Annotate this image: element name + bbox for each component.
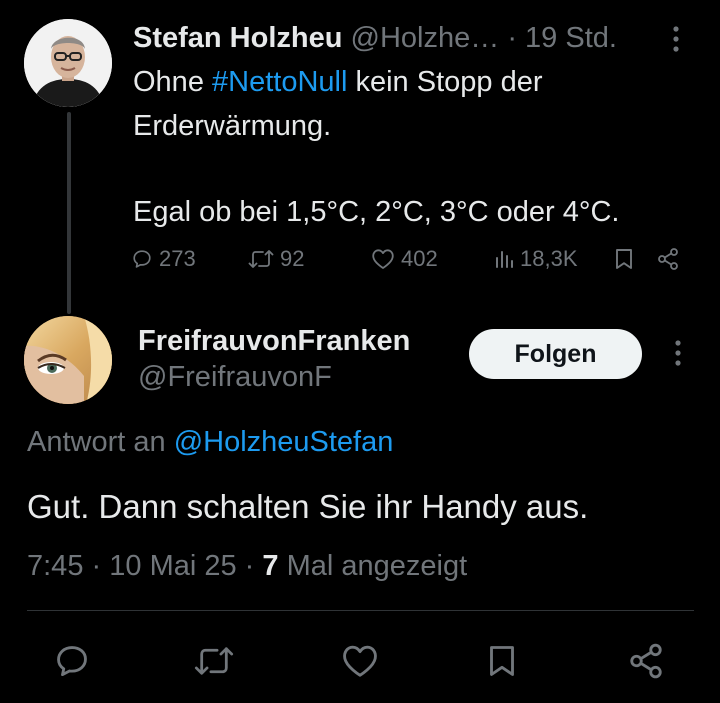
- tweet1-bookmark-button[interactable]: [614, 242, 634, 276]
- tweet2-date[interactable]: 10 Mai 25: [109, 550, 236, 582]
- tweet2-view-suffix: Mal angezeigt: [278, 550, 468, 582]
- tweet1-text-before: Ohne: [133, 66, 212, 98]
- tweet2-more-button[interactable]: [666, 336, 690, 370]
- tweet1-text: Ohne #NettoNull kein Stopp der Erderwärm…: [133, 60, 693, 234]
- bookmark-icon: [616, 249, 632, 269]
- heart-icon: [343, 645, 377, 677]
- tweet1-reply-count: 273: [159, 246, 196, 271]
- tweet1-repost-count: 92: [280, 246, 305, 271]
- tweet2-meta: 7:45 · 10 Mai 25 · 7 Mal angezeigt: [27, 546, 467, 586]
- avatar-portrait-image: [24, 316, 112, 404]
- divider: [27, 610, 694, 611]
- share-icon: [658, 248, 678, 270]
- tweet1-text-second: Egal ob bei 1,5°C, 2°C, 3°C oder 4°C.: [133, 196, 620, 228]
- tweet1-author-handle[interactable]: @Holzhe…: [351, 22, 500, 54]
- bookmark-icon: [490, 646, 514, 676]
- reply-to-mention[interactable]: @HolzheuStefan: [174, 426, 394, 458]
- thread-connector-line: [67, 112, 71, 314]
- tweet1-share-button[interactable]: [656, 242, 680, 276]
- reply-button[interactable]: [52, 641, 92, 681]
- bookmark-button[interactable]: [482, 641, 522, 681]
- reply-icon: [133, 250, 151, 268]
- tweet2-author-handle[interactable]: @FreifrauvonF: [138, 358, 332, 396]
- tweet1-reply-button[interactable]: 273: [131, 242, 196, 276]
- repost-icon: [248, 250, 274, 268]
- reply-to-prefix: Antwort an: [27, 426, 174, 458]
- more-vertical-icon: [675, 340, 681, 366]
- reply-to-line: Antwort an @HolzheuStefan: [27, 422, 393, 462]
- tweet1-like-count: 402: [401, 246, 438, 271]
- avatar-stefan-holzheu[interactable]: [24, 19, 112, 107]
- follow-button[interactable]: Folgen: [469, 329, 642, 379]
- tweet2-time[interactable]: 7:45: [27, 550, 83, 582]
- heart-icon: [372, 249, 394, 269]
- share-button[interactable]: [626, 641, 666, 681]
- reply-icon: [57, 646, 87, 677]
- tweet1-repost-button[interactable]: 92: [248, 242, 304, 276]
- avatar-portrait-image: [24, 19, 112, 107]
- tweet1-view-count: 18,3K: [520, 246, 578, 271]
- avatar-freifrauvonfranken[interactable]: [24, 316, 112, 404]
- views-icon: [496, 251, 513, 268]
- tweet1-author-name[interactable]: Stefan Holzheu: [133, 22, 342, 54]
- repost-icon: [194, 647, 234, 675]
- hashtag-link[interactable]: #NettoNull: [212, 66, 347, 98]
- share-icon: [630, 643, 662, 679]
- tweet1-more-button[interactable]: [664, 22, 688, 56]
- tweet1-time[interactable]: 19 Std.: [525, 22, 617, 54]
- more-vertical-icon: [673, 26, 679, 52]
- tweet2-view-count[interactable]: 7: [262, 550, 278, 582]
- tweet2-separator-1: ·: [91, 550, 102, 582]
- repost-button[interactable]: [194, 641, 234, 681]
- tweet1-header: Stefan Holzheu @Holzhe… · 19 Std.: [133, 18, 617, 58]
- like-button[interactable]: [340, 641, 380, 681]
- tweet2-text: Gut. Dann schalten Sie ihr Handy aus.: [27, 488, 589, 525]
- tweet1-views-button[interactable]: 18,3K: [494, 242, 578, 276]
- tweet1-separator: ·: [507, 22, 517, 54]
- tweet2-author-name[interactable]: FreifrauvonFranken: [138, 322, 410, 360]
- tweet2-separator-2: ·: [244, 550, 255, 582]
- tweet1-like-button[interactable]: 402: [371, 242, 438, 276]
